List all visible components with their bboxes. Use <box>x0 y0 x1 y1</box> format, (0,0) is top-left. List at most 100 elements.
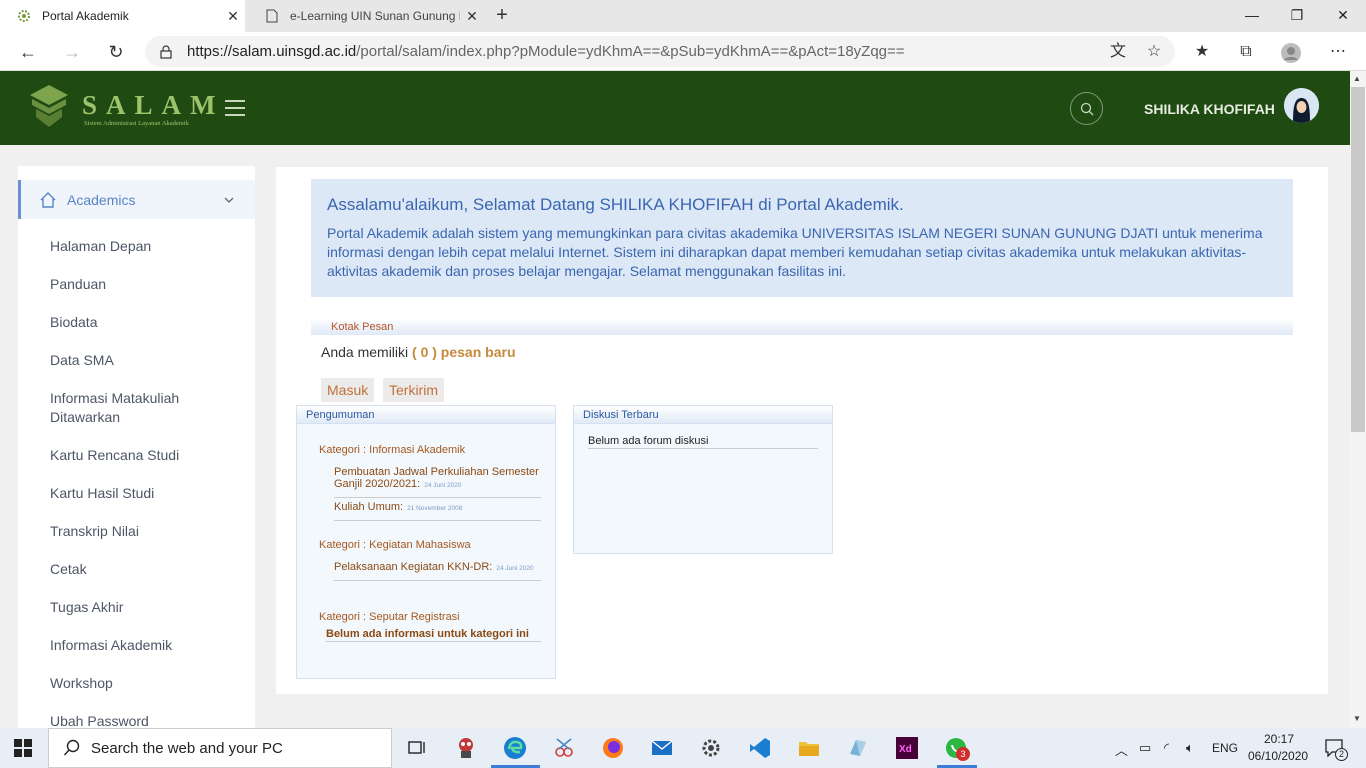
menu-toggle-icon[interactable] <box>225 100 245 116</box>
inbox-tab-terkirim[interactable]: Terkirim <box>383 378 444 402</box>
salam-favicon-icon <box>16 8 32 24</box>
sidebar-item-informasi-akademik[interactable]: Informasi Akademik <box>50 636 250 655</box>
sidebar-section-label: Academics <box>67 191 136 208</box>
url-field[interactable]: https://salam.uinsgd.ac.id/portal/salam/… <box>145 36 1175 67</box>
sidebar-item-transkrip[interactable]: Transkrip Nilai <box>50 522 250 541</box>
sidebar-item-biodata[interactable]: Biodata <box>50 313 250 332</box>
browser-tab-bar: Portal Akademik ✕ e-Learning UIN Sunan G… <box>0 0 1366 32</box>
file-explorer-icon[interactable] <box>797 736 821 760</box>
user-name[interactable]: SHILIKA KHOFIFAH <box>1144 101 1275 117</box>
favorites-list-icon[interactable]: ★ <box>1192 42 1212 62</box>
announcement-title: Kuliah Umum: <box>334 501 404 513</box>
sidebar-section-academics[interactable]: Academics <box>18 180 255 219</box>
vscode-icon[interactable] <box>748 736 772 760</box>
sidebar-item-informasi-matakuliah[interactable]: Informasi Matakuliah Ditawarkan <box>50 389 250 427</box>
announcement-item[interactable]: Pelaksanaan Kegiatan KKN-DR: 24 Juni 2020 <box>334 561 541 581</box>
wifi-icon[interactable]: ◜ <box>1164 740 1169 756</box>
category-title: Kategori : Informasi Akademik <box>319 444 466 456</box>
notification-count: 2 <box>1335 748 1348 761</box>
main-content: Assalamu'alaikum, Selamat Datang SHILIKA… <box>276 167 1328 694</box>
sidebar-item-data-sma[interactable]: Data SMA <box>50 351 250 370</box>
welcome-title: Assalamu'alaikum, Selamat Datang SHILIKA… <box>327 195 904 214</box>
sidebar-item-halaman-depan[interactable]: Halaman Depan <box>50 237 250 256</box>
sidebar-item-krs[interactable]: Kartu Rencana Studi <box>50 446 250 465</box>
refresh-icon[interactable]: ↻ <box>104 40 128 64</box>
tab-close-icon[interactable]: ✕ <box>460 8 484 25</box>
browser-toolbar: ← → ↻ https://salam.uinsgd.ac.id/portal/… <box>0 32 1366 71</box>
snipping-tool-icon[interactable] <box>552 736 576 760</box>
tab-title: e-Learning UIN Sunan Gunung D <box>290 9 460 23</box>
diskusi-empty-note: Belum ada forum diskusi <box>588 435 818 449</box>
clock-date[interactable]: 06/10/2020 <box>1248 749 1308 763</box>
sidebar-item-cetak[interactable]: Cetak <box>50 560 250 579</box>
more-menu-icon[interactable]: ⋯ <box>1328 42 1348 62</box>
adobe-xd-icon[interactable]: Xd <box>895 736 919 760</box>
forward-icon[interactable]: → <box>60 40 84 64</box>
avatar[interactable] <box>1284 88 1319 123</box>
scroll-down-icon[interactable]: ▼ <box>1353 714 1361 723</box>
scroll-up-icon[interactable]: ▲ <box>1353 74 1361 83</box>
announcement-title: Pelaksanaan Kegiatan KKN-DR: <box>334 561 493 573</box>
announcement-date: 24 Juni 2020 <box>496 565 534 572</box>
welcome-box: Assalamu'alaikum, Selamat Datang SHILIKA… <box>311 179 1293 297</box>
show-hidden-icons-icon[interactable]: ︿ <box>1115 740 1128 759</box>
inbox-header: Kotak Pesan <box>311 318 1293 335</box>
app-icon[interactable] <box>846 736 870 760</box>
translate-icon[interactable]: 文 <box>1108 42 1128 62</box>
inbox-tab-masuk[interactable]: Masuk <box>321 378 375 402</box>
salam-logo-icon <box>30 85 68 127</box>
volume-icon[interactable]: 🔈︎ <box>1186 740 1194 756</box>
battery-icon[interactable]: ▭ <box>1139 740 1151 756</box>
windows-taskbar: Search the web and your PC Xd 3 ︿ ▭ ◜ 🔈︎… <box>0 728 1366 768</box>
url-host: https://salam.uinsgd.ac.id <box>187 43 357 60</box>
sidebar-menu: Halaman Depan Panduan Biodata Data SMA I… <box>50 237 250 750</box>
category-title: Kategori : Seputar Registrasi <box>319 611 460 623</box>
sidebar-item-workshop[interactable]: Workshop <box>50 674 250 693</box>
sidebar-item-panduan[interactable]: Panduan <box>50 275 250 294</box>
new-tab-button[interactable]: + <box>492 4 512 28</box>
pengumuman-title: Pengumuman <box>297 406 555 424</box>
profile-icon[interactable] <box>1280 42 1301 63</box>
taskbar-search-box[interactable]: Search the web and your PC <box>48 728 392 768</box>
collections-icon[interactable]: ⧉ <box>1236 42 1256 62</box>
announcement-item[interactable]: Kuliah Umum: 21 November 2008 <box>334 501 541 521</box>
minimize-icon[interactable]: — <box>1229 0 1275 32</box>
taskbar-search-placeholder: Search the web and your PC <box>91 739 283 757</box>
inbox-message-prefix: Anda memiliki <box>321 344 409 360</box>
task-view-icon[interactable] <box>405 736 429 760</box>
favorite-star-icon[interactable]: ☆ <box>1144 42 1164 62</box>
announcement-item[interactable]: Pembuatan Jadwal Perkuliahan Semester Ga… <box>334 466 541 498</box>
inbox-message-count: Anda memiliki ( 0 ) pesan baru <box>321 344 516 360</box>
tab-close-icon[interactable]: ✕ <box>221 8 245 25</box>
diskusi-title: Diskusi Terbaru <box>574 406 832 424</box>
edge-browser-icon[interactable] <box>503 736 527 760</box>
page-body: Academics Halaman Depan Panduan Biodata … <box>0 145 1350 736</box>
pengumuman-panel: Pengumuman Kategori : Informasi Akademik… <box>296 405 556 679</box>
restore-icon[interactable]: ❐ <box>1274 0 1320 32</box>
sidebar-item-tugas-akhir[interactable]: Tugas Akhir <box>50 598 250 617</box>
url-text: https://salam.uinsgd.ac.id/portal/salam/… <box>187 43 905 60</box>
sidebar-item-khs[interactable]: Kartu Hasil Studi <box>50 484 250 503</box>
close-window-icon[interactable]: ✕ <box>1320 0 1366 32</box>
settings-gear-icon[interactable] <box>699 736 723 760</box>
home-icon <box>40 191 56 208</box>
empty-category-note: Belum ada informasi untuk kategori ini <box>326 628 541 642</box>
windows-start-icon[interactable] <box>14 739 32 757</box>
search-button[interactable] <box>1070 92 1103 125</box>
clock-time[interactable]: 20:17 <box>1264 732 1294 746</box>
scrollbar-thumb[interactable] <box>1351 87 1365 432</box>
site-header: SALAM Sistem Administrasi Layanan Akadem… <box>0 71 1350 145</box>
tab-portal-akademik[interactable]: Portal Akademik ✕ <box>0 0 245 32</box>
search-icon <box>63 739 80 756</box>
mail-icon[interactable] <box>650 736 674 760</box>
logo-subtitle: Sistem Administrasi Layanan Akademik <box>84 120 189 127</box>
firefox-icon[interactable] <box>601 736 625 760</box>
chevron-down-icon <box>224 197 234 203</box>
game-app-icon[interactable] <box>454 736 478 760</box>
language-indicator[interactable]: ENG <box>1212 741 1238 755</box>
back-icon[interactable]: ← <box>16 40 40 64</box>
tab-elearning[interactable]: e-Learning UIN Sunan Gunung D ✕ <box>248 0 484 32</box>
lock-icon <box>160 44 172 59</box>
announcement-date: 21 November 2008 <box>407 505 463 512</box>
inbox-title: Kotak Pesan <box>331 321 394 333</box>
